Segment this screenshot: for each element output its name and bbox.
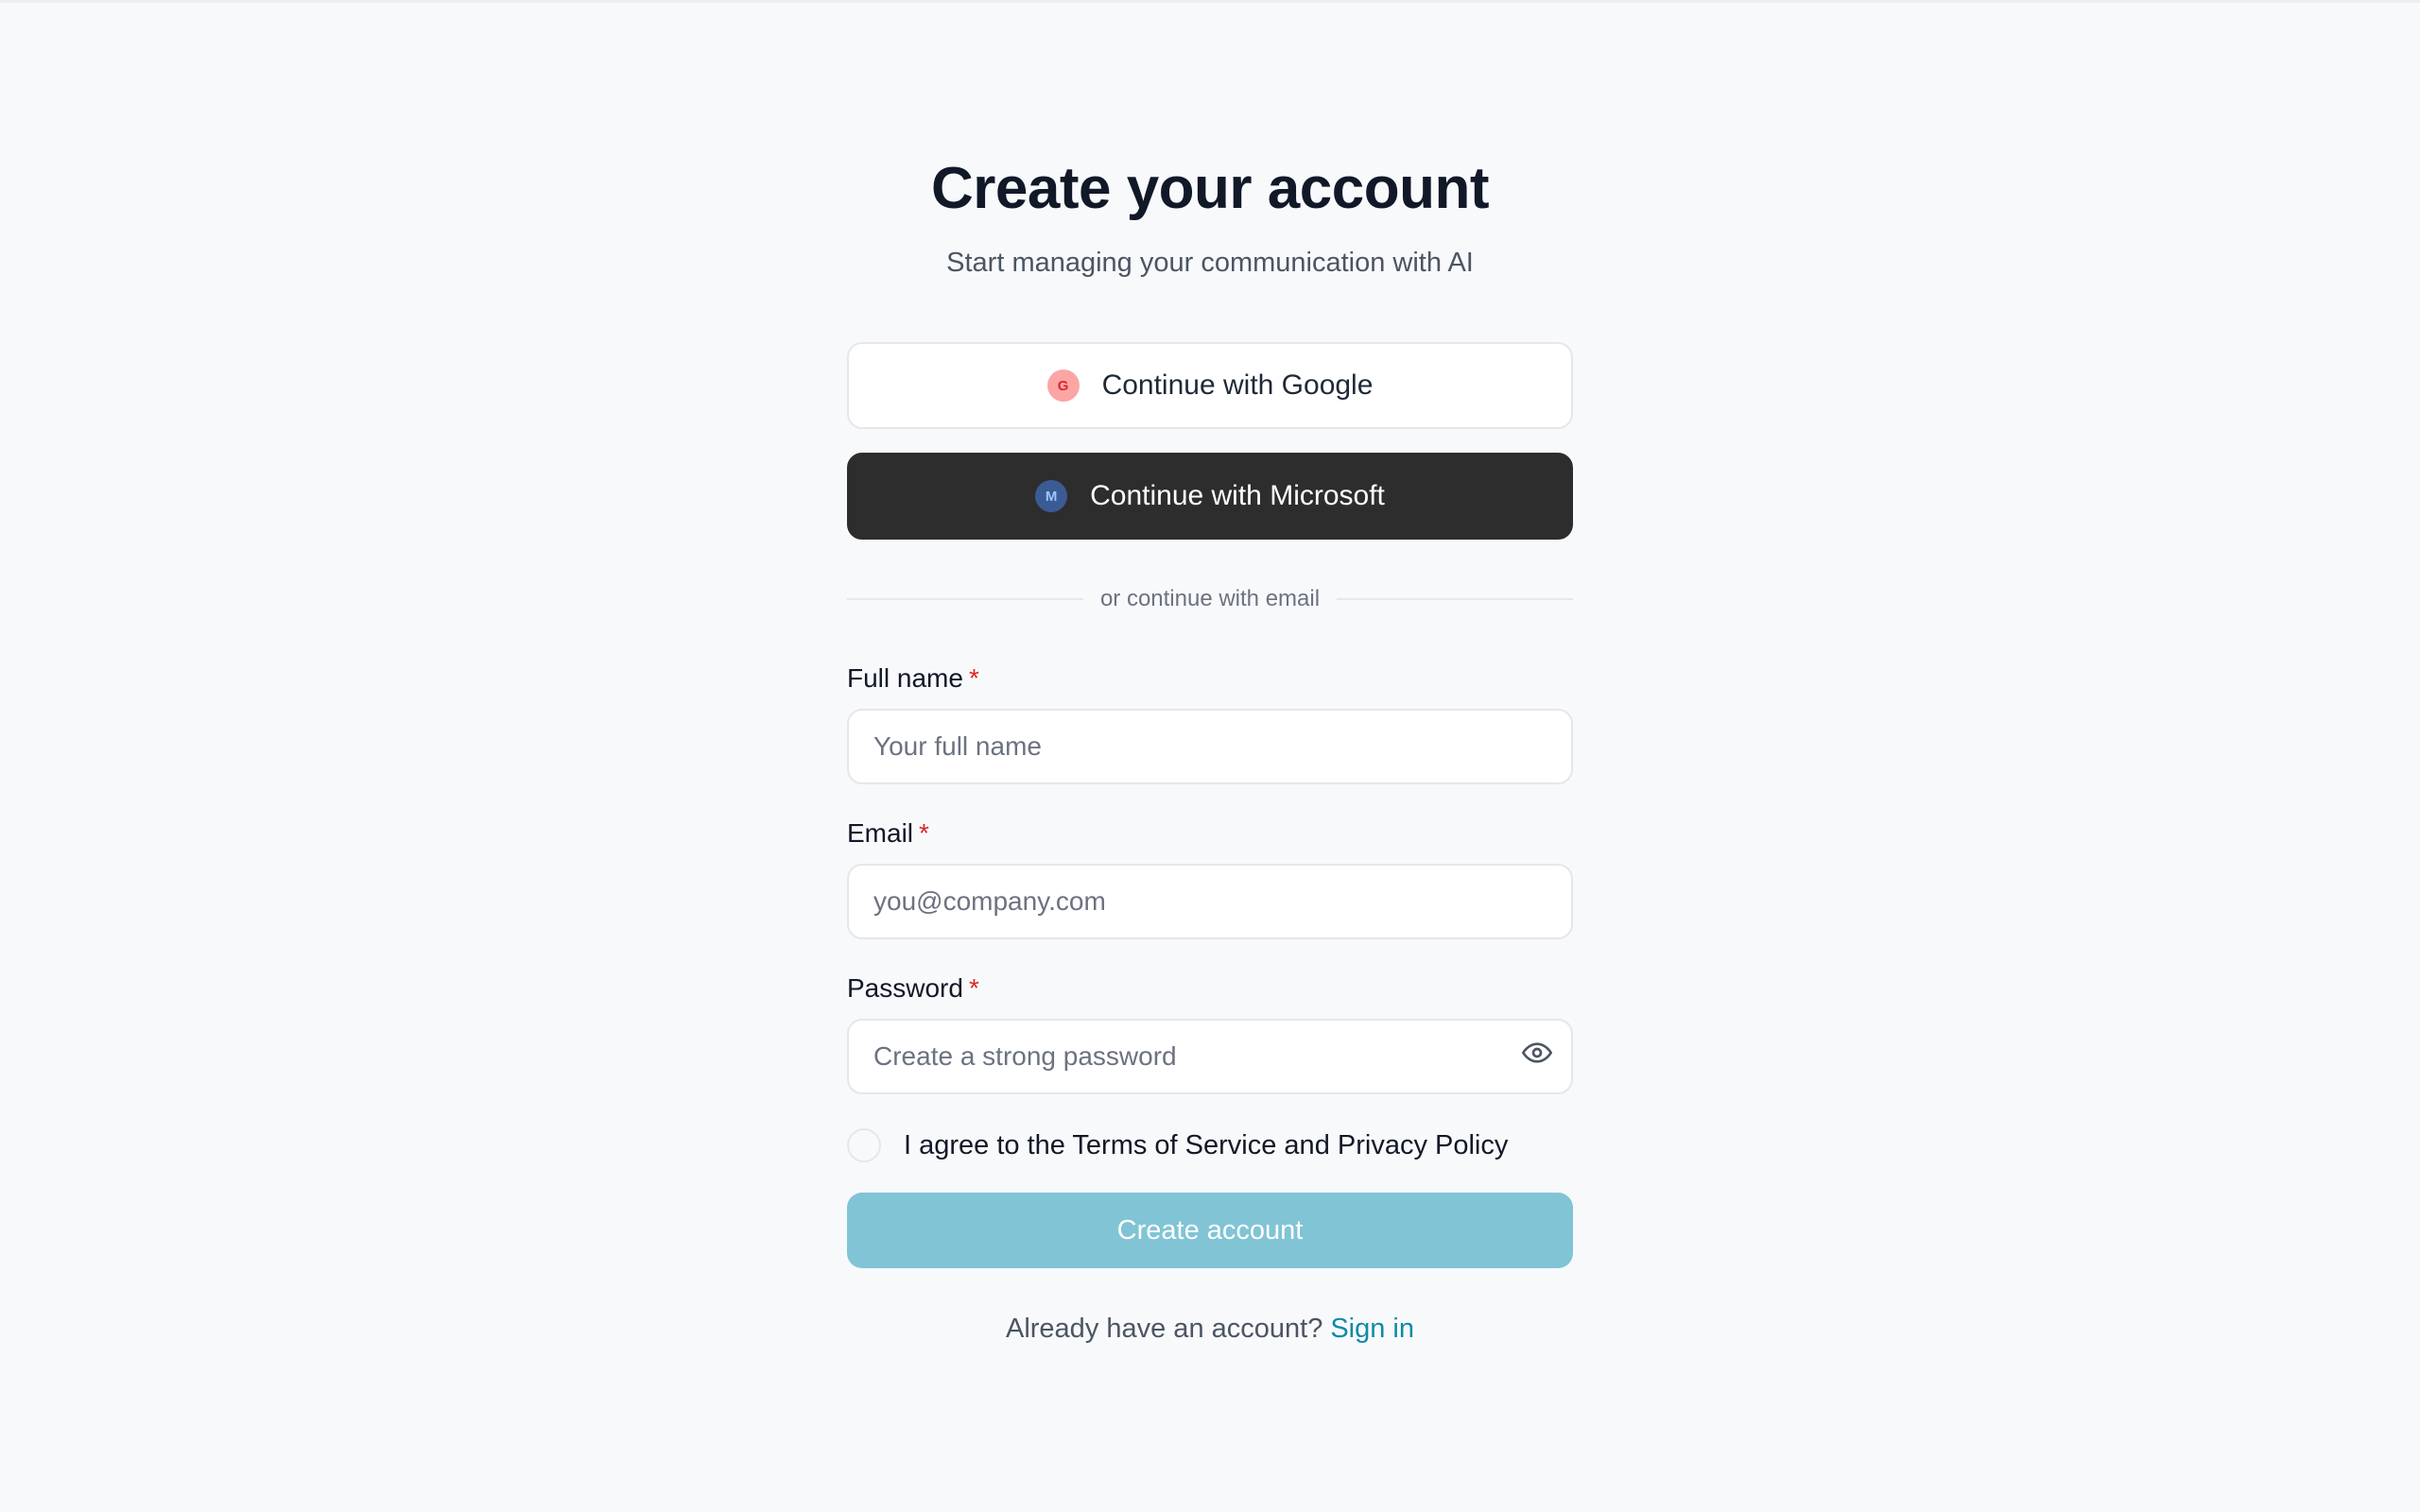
full-name-input[interactable]: [847, 709, 1573, 784]
terms-checkbox[interactable]: [847, 1128, 881, 1162]
password-label: Password *: [847, 973, 979, 1004]
continue-with-microsoft-button[interactable]: M Continue with Microsoft: [847, 453, 1573, 540]
microsoft-icon: M: [1035, 480, 1068, 512]
create-account-button-label: Create account: [1116, 1214, 1304, 1246]
google-button-label: Continue with Google: [1101, 369, 1374, 401]
eye-icon: [1522, 1042, 1552, 1063]
email-label-text: Email: [847, 818, 914, 848]
password-input[interactable]: [847, 1019, 1573, 1094]
required-marker: *: [968, 973, 979, 1003]
google-icon: G: [1046, 369, 1080, 402]
show-password-toggle[interactable]: [1520, 1036, 1554, 1070]
continue-with-google-button[interactable]: G Continue with Google: [847, 342, 1573, 429]
password-label-text: Password: [847, 973, 963, 1003]
page-subtitle: Start managing your communication with A…: [946, 248, 1474, 278]
microsoft-button-label: Continue with Microsoft: [1090, 480, 1385, 511]
required-marker: *: [968, 663, 979, 693]
divider-line-left: [847, 598, 1083, 600]
full-name-label: Full name *: [847, 663, 979, 694]
terms-agreement-row: I agree to the Terms of Service and Priv…: [847, 1125, 1573, 1166]
email-divider: or continue with email: [847, 584, 1573, 614]
divider-line-right: [1337, 598, 1573, 600]
sign-in-link[interactable]: Sign in: [1330, 1314, 1414, 1344]
full-name-label-text: Full name: [847, 663, 963, 693]
required-marker: *: [919, 818, 929, 848]
create-account-button[interactable]: Create account: [847, 1193, 1573, 1268]
sign-in-prompt: Already have an account? Sign in: [847, 1314, 1573, 1345]
page-top-border: [0, 0, 2420, 3]
email-input[interactable]: [847, 864, 1573, 939]
terms-label: I agree to the Terms of Service and Priv…: [904, 1129, 1509, 1160]
page-title: Create your account: [930, 156, 1490, 221]
sign-in-prompt-text: Already have an account?: [1005, 1314, 1323, 1344]
divider-text: or continue with email: [1099, 586, 1321, 611]
email-label: Email *: [847, 818, 929, 849]
